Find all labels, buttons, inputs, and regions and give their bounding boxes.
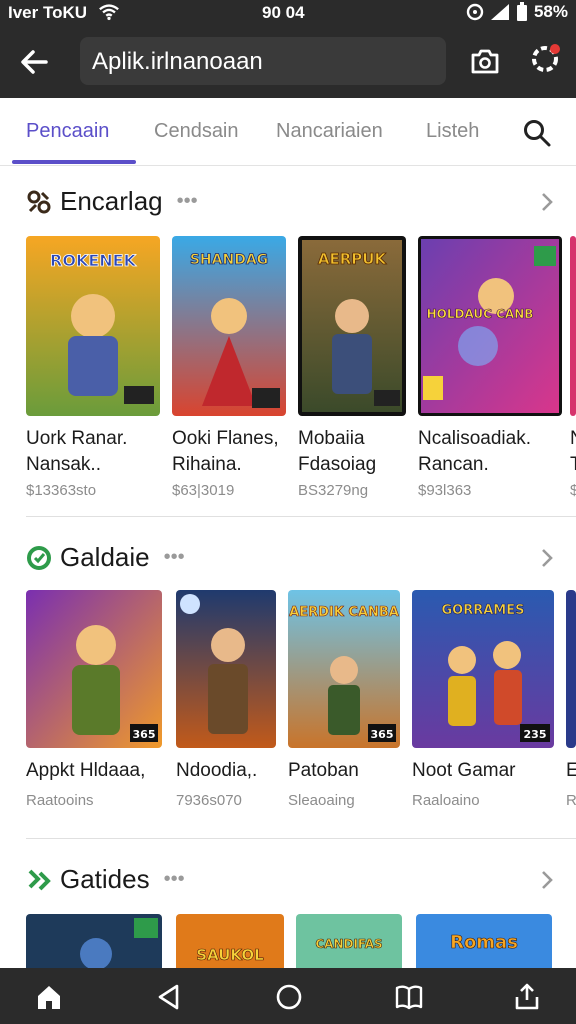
card-name-line2: Nansak.. [26, 454, 101, 475]
game-thumbnail: AERPUK [298, 236, 406, 416]
card-price: $13363sto [26, 482, 97, 499]
card-name-line1: Mobaiia [298, 428, 365, 449]
alarm-icon [466, 3, 484, 21]
back-triangle-icon[interactable] [154, 982, 184, 1012]
section-title-text: Galdaie [60, 542, 150, 572]
card-subtitle: Raaloaino [412, 792, 480, 809]
card-name-line2: Fdasoiag [298, 454, 377, 475]
chevron-right-icon[interactable] [538, 868, 556, 892]
card-name-line2: Rihaina. [172, 454, 242, 475]
card-name-line2: T [570, 454, 576, 475]
status-bar: Iver ToKU 90 04 58% [0, 0, 576, 26]
game-thumbnail: SAUKOL [176, 914, 284, 968]
tab-nancariaien[interactable]: Nancariaien [276, 120, 383, 143]
carrier-label: Iver ToKU [8, 3, 88, 22]
section-logo-icon [27, 545, 51, 570]
section-title: Galdaie ••• [26, 542, 185, 573]
game-thumbnail: ROKENEK [26, 236, 160, 416]
app-bar: Aplik.irlnanoaan [0, 26, 576, 98]
game-thumbnail: SHANDAG [172, 236, 286, 416]
section-title-text: Encarlag [60, 186, 163, 216]
section-encarlag: Encarlag ••• ROKENEK Uork Ranar. Nansak.… [0, 166, 576, 517]
thumbnail-badge: 235 [524, 728, 547, 741]
thumbnail-title: SAUKOL [196, 946, 264, 964]
tab-cendsain[interactable]: Cendsain [154, 120, 239, 143]
card-price: $63|3019 [172, 482, 235, 499]
game-thumbnail [26, 914, 162, 968]
thumbnail-badge: 365 [133, 728, 156, 741]
wifi-icon [99, 4, 119, 21]
search-icon[interactable] [522, 118, 552, 148]
book-icon[interactable] [394, 982, 424, 1012]
clock: 90 04 [262, 3, 305, 22]
thumbnail-title: Romas [450, 932, 518, 953]
thumbnail-title: HOLDAUC CANB [427, 307, 534, 321]
profile-avatar-icon[interactable] [528, 42, 562, 76]
section-title: Encarlag ••• [26, 186, 198, 217]
section-gatides: Gatides ••• SAUKOL CANDIFAS Romas [0, 838, 576, 968]
back-arrow-icon[interactable] [16, 44, 52, 80]
game-thumbnail: Romas [416, 914, 552, 968]
battery-percent: 58% [533, 2, 568, 21]
home-circle-icon[interactable] [274, 982, 304, 1012]
share-icon[interactable] [512, 982, 542, 1012]
game-thumbnail [176, 590, 276, 748]
more-dots-icon[interactable]: ••• [164, 868, 185, 891]
card-name-line1: Uork Ranar. [26, 428, 128, 449]
thumbnail-title: AERDIK CANBA [289, 605, 399, 620]
section-logo-icon [27, 190, 51, 213]
game-thumbnail: HOLDAUC CANB [418, 236, 562, 416]
tab-pencaain[interactable]: Pencaain [26, 120, 109, 143]
game-thumbnail: GORRAMES 235 [412, 590, 554, 748]
search-input[interactable]: Aplik.irlnanoaan [80, 37, 446, 85]
thumbnail-title: AERPUK [318, 250, 388, 268]
chevron-right-icon[interactable] [538, 190, 556, 214]
game-thumbnail [570, 236, 576, 416]
active-tab-indicator [12, 160, 136, 164]
system-nav-bar [0, 968, 576, 1024]
game-thumbnail: 365 [26, 590, 162, 748]
game-thumbnail: CANDIFAS [296, 914, 402, 968]
card-name: E [566, 760, 576, 781]
card-name-line1: Ncalisoadiak. [418, 428, 531, 449]
card-name-line1: Ooki Flanes, [172, 428, 279, 449]
card-price: $ [570, 482, 576, 499]
game-thumbnail [566, 590, 576, 748]
section-galdaie: Galdaie ••• 365 Appkt Hldaaa, Raatooins [0, 516, 576, 839]
thumbnail-badge: 365 [371, 728, 394, 741]
section-title-text: Gatides [60, 864, 150, 894]
card-subtitle: R [566, 792, 576, 809]
card-price: $93l363 [418, 482, 472, 499]
card-name-line1: N [570, 428, 576, 450]
thumbnail-title: GORRAMES [442, 603, 525, 618]
card-name: Noot Gamar [412, 760, 516, 781]
more-dots-icon[interactable]: ••• [177, 190, 198, 213]
card-subtitle: Sleaoaing [288, 792, 355, 809]
battery-icon [516, 2, 527, 21]
tab-bar: Pencaain Cendsain Nancariaien Listeh [0, 98, 576, 166]
card-name: Ndoodia,. [176, 760, 258, 781]
search-query: Aplik.irlnanoaan [92, 48, 263, 75]
thumbnail-title: SHANDAG [190, 252, 268, 268]
chevron-right-icon[interactable] [538, 546, 556, 570]
tab-listeh[interactable]: Listeh [426, 120, 479, 143]
home-icon[interactable] [34, 982, 64, 1012]
card-name: Appkt Hldaaa, [26, 760, 146, 781]
signal-icon [490, 4, 509, 20]
game-thumbnail: AERDIK CANBA 365 [288, 590, 400, 748]
card-subtitle: 7936s070 [176, 792, 242, 809]
card-price: BS3279ng [298, 482, 369, 499]
card-name-line2: Rancan. [418, 454, 489, 475]
section-title: Gatides ••• [26, 864, 185, 895]
thumbnail-title: ROKENEK [50, 251, 137, 270]
card-name: Patoban [288, 760, 359, 781]
card-subtitle: Raatooins [26, 792, 94, 809]
section-logo-icon [28, 869, 51, 890]
camera-icon[interactable] [468, 44, 502, 78]
more-dots-icon[interactable]: ••• [164, 546, 185, 569]
thumbnail-title: CANDIFAS [315, 937, 382, 951]
